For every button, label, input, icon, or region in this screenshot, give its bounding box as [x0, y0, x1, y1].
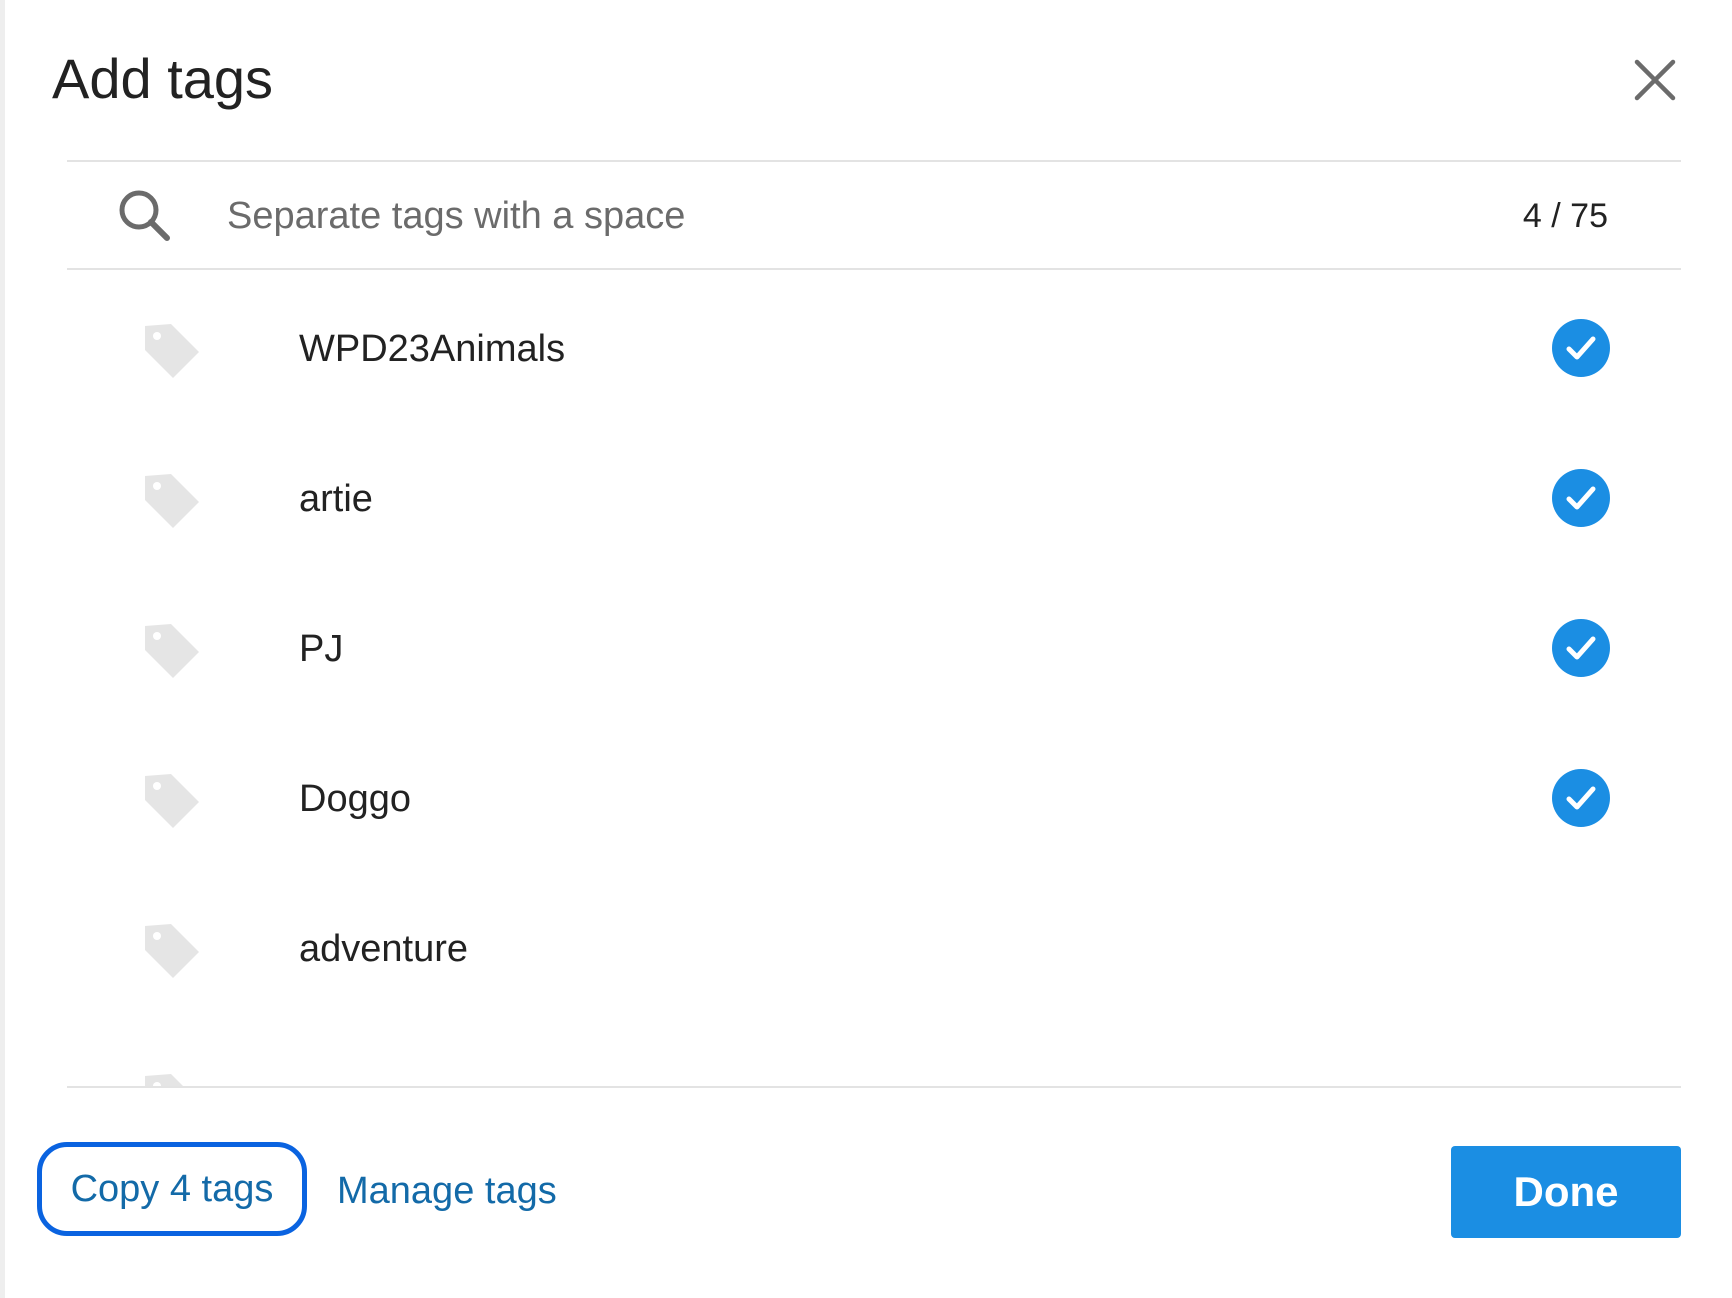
- tag-label: WPD23Animals: [299, 328, 566, 370]
- selected-check-icon[interactable]: [1551, 468, 1611, 528]
- tag-icon: [145, 624, 199, 678]
- tag-row[interactable]: [67, 1024, 1681, 1086]
- tag-icon: [145, 1074, 183, 1086]
- tag-search-input[interactable]: [227, 188, 1427, 244]
- tag-row[interactable]: WPD23Animals: [67, 274, 1681, 424]
- tag-icon: [145, 774, 199, 828]
- search-icon: [119, 190, 170, 241]
- dialog-title: Add tags: [52, 47, 274, 110]
- done-button[interactable]: Done: [1451, 1146, 1681, 1238]
- tag-label: artie: [299, 478, 373, 520]
- tag-row[interactable]: adventure: [67, 874, 1681, 1024]
- tag-label: PJ: [299, 628, 344, 670]
- tag-row[interactable]: PJ: [67, 574, 1681, 724]
- tag-icon: [145, 474, 199, 528]
- list-divider: [67, 1086, 1681, 1088]
- tag-icon: [145, 324, 199, 378]
- tag-list: WPD23Animals artie PJ Doggo adventure: [67, 274, 1681, 1086]
- selected-check-icon[interactable]: [1551, 768, 1611, 828]
- header-divider: [67, 160, 1681, 162]
- close-button[interactable]: [1627, 52, 1683, 108]
- search-divider: [67, 268, 1681, 270]
- tag-label: adventure: [299, 928, 469, 970]
- manage-tags-link[interactable]: Manage tags: [337, 1168, 557, 1214]
- tag-row[interactable]: Doggo: [67, 724, 1681, 874]
- tag-label: Doggo: [299, 778, 411, 820]
- copy-tags-button[interactable]: Copy 4 tags: [37, 1142, 307, 1236]
- selected-check-icon[interactable]: [1551, 618, 1611, 678]
- close-icon: [1634, 59, 1676, 101]
- add-tags-dialog: Add tags 4 / 75 WPD23Animals: [5, 0, 1720, 1298]
- selected-check-icon[interactable]: [1551, 318, 1611, 378]
- tag-counter: 4 / 75: [1522, 197, 1608, 235]
- tag-icon: [145, 924, 199, 978]
- tag-row[interactable]: artie: [67, 424, 1681, 574]
